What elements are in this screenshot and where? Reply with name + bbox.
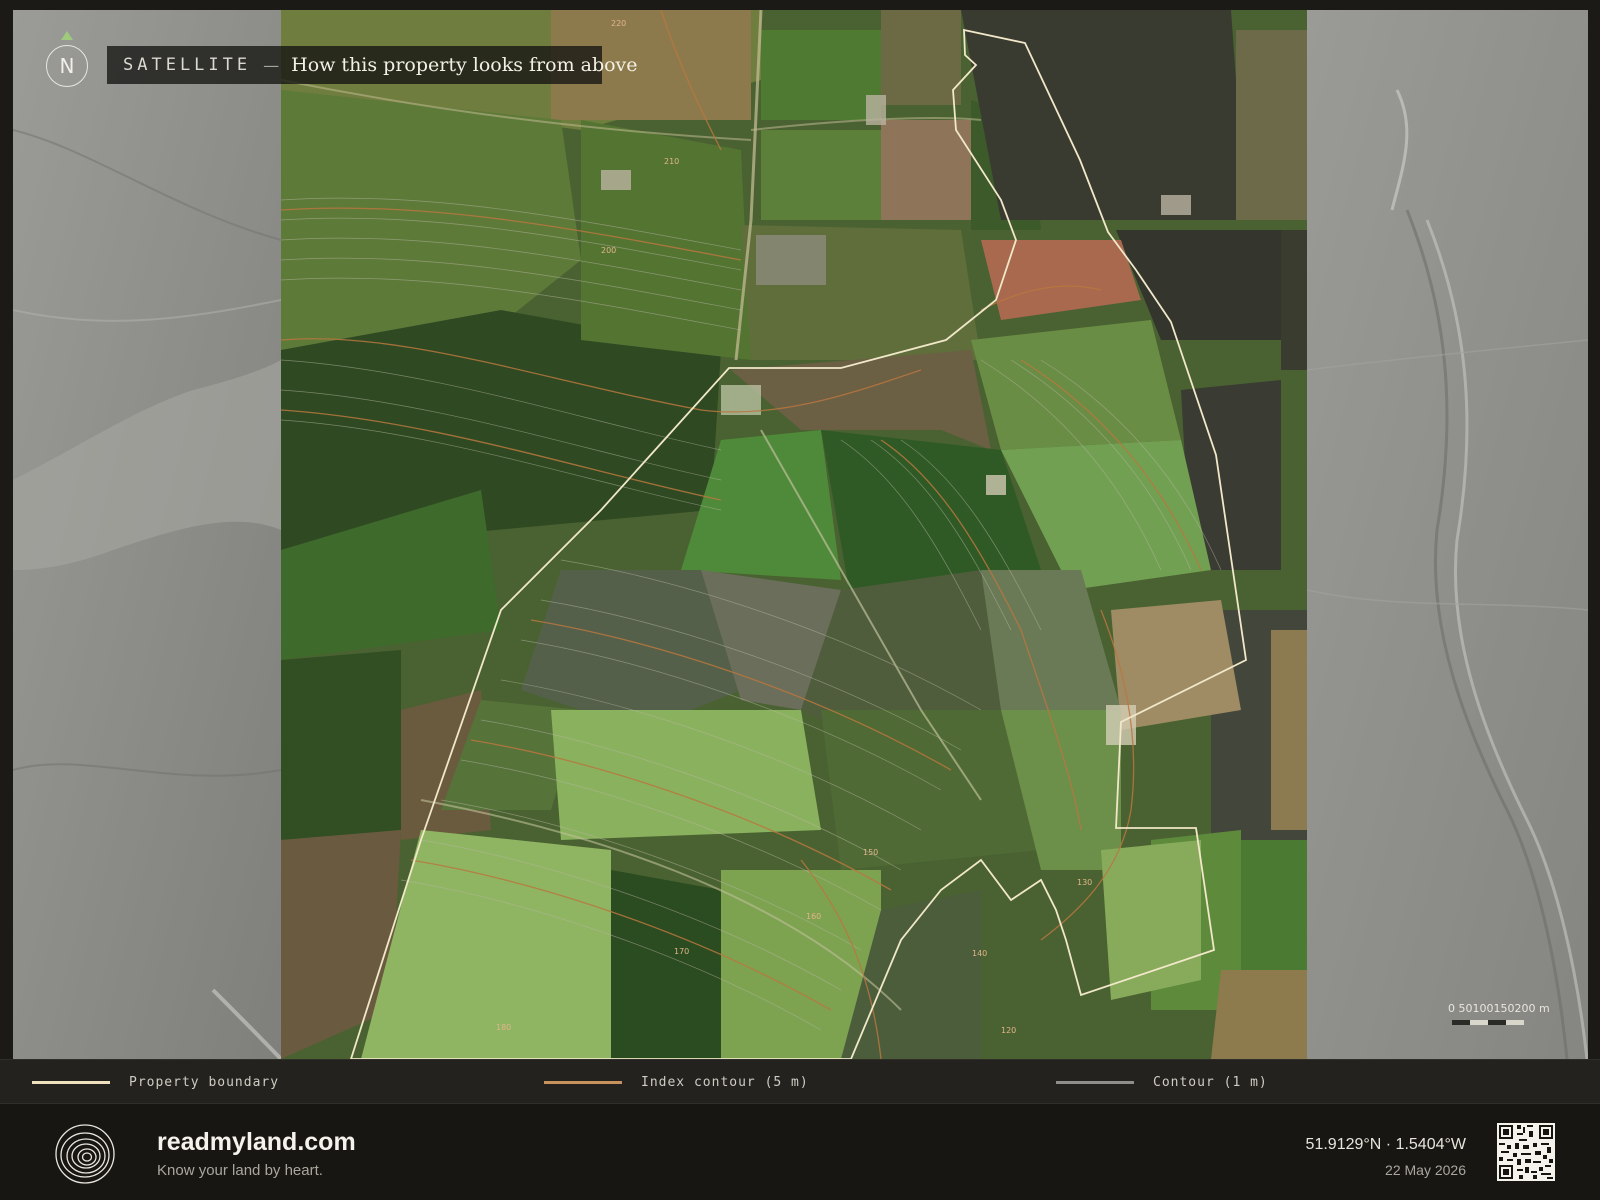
map-title: How this property looks from above bbox=[291, 54, 638, 76]
north-arrow-icon: N bbox=[46, 45, 88, 87]
contour-label-120: 120 bbox=[1001, 1026, 1016, 1035]
boundary-swatch bbox=[32, 1081, 110, 1084]
legend-item-boundary: Property boundary bbox=[32, 1060, 279, 1105]
contour-swatch bbox=[1056, 1081, 1134, 1084]
contour-label-210: 210 bbox=[664, 157, 679, 166]
legend-label-index-contour: Index contour (5 m) bbox=[641, 1075, 809, 1090]
contour-label-130: 130 bbox=[1077, 878, 1092, 887]
brand-name[interactable]: readmyland.com bbox=[157, 1128, 356, 1157]
title-separator: — bbox=[263, 55, 280, 75]
legend-label-contour: Contour (1 m) bbox=[1153, 1075, 1268, 1090]
contour-label-200: 200 bbox=[601, 246, 616, 255]
hillshade-right bbox=[1307, 10, 1588, 1059]
map-date: 22 May 2026 bbox=[1385, 1162, 1466, 1178]
legend-label-boundary: Property boundary bbox=[129, 1075, 280, 1090]
brand-tagline: Know your land by heart. bbox=[157, 1162, 323, 1179]
coordinates: 51.9129°N · 1.5404°W bbox=[1305, 1136, 1466, 1153]
contour-label-170: 170 bbox=[674, 947, 689, 956]
fingerprint-logo-icon[interactable] bbox=[54, 1123, 116, 1185]
contour-label-160: 160 bbox=[806, 912, 821, 921]
legend-item-contour: Contour (1 m) bbox=[1056, 1060, 1268, 1105]
satellite-image[interactable]: 220 210 200 180 170 160 150 140 130 120 bbox=[281, 10, 1319, 1059]
index-contour-swatch bbox=[544, 1081, 622, 1084]
scale-label: 0 50100150200 m bbox=[1448, 1002, 1550, 1015]
scale-segments bbox=[1452, 1020, 1524, 1025]
map-frame[interactable]: 220 210 200 180 170 160 150 140 130 120 … bbox=[13, 10, 1319, 1059]
contour-label-180: 180 bbox=[496, 1023, 511, 1032]
contour-label-220: 220 bbox=[611, 19, 626, 28]
legend-bar: Property boundary Index contour (5 m) Co… bbox=[0, 1059, 1600, 1104]
contour-label-150: 150 bbox=[863, 848, 878, 857]
map-kicker: SATELLITE bbox=[123, 55, 252, 75]
map-title-box: SATELLITE — How this property looks from… bbox=[107, 46, 638, 84]
scale-bar: 0 50100150200 m bbox=[1448, 1002, 1550, 1032]
hillshade-left bbox=[13, 10, 281, 1059]
legend-item-index-contour: Index contour (5 m) bbox=[544, 1060, 809, 1105]
north-arrow-tip-icon bbox=[61, 31, 73, 40]
qr-code-icon[interactable] bbox=[1497, 1123, 1555, 1181]
contour-label-140: 140 bbox=[972, 949, 987, 958]
footer: readmyland.com Know your land by heart. … bbox=[0, 1104, 1600, 1200]
